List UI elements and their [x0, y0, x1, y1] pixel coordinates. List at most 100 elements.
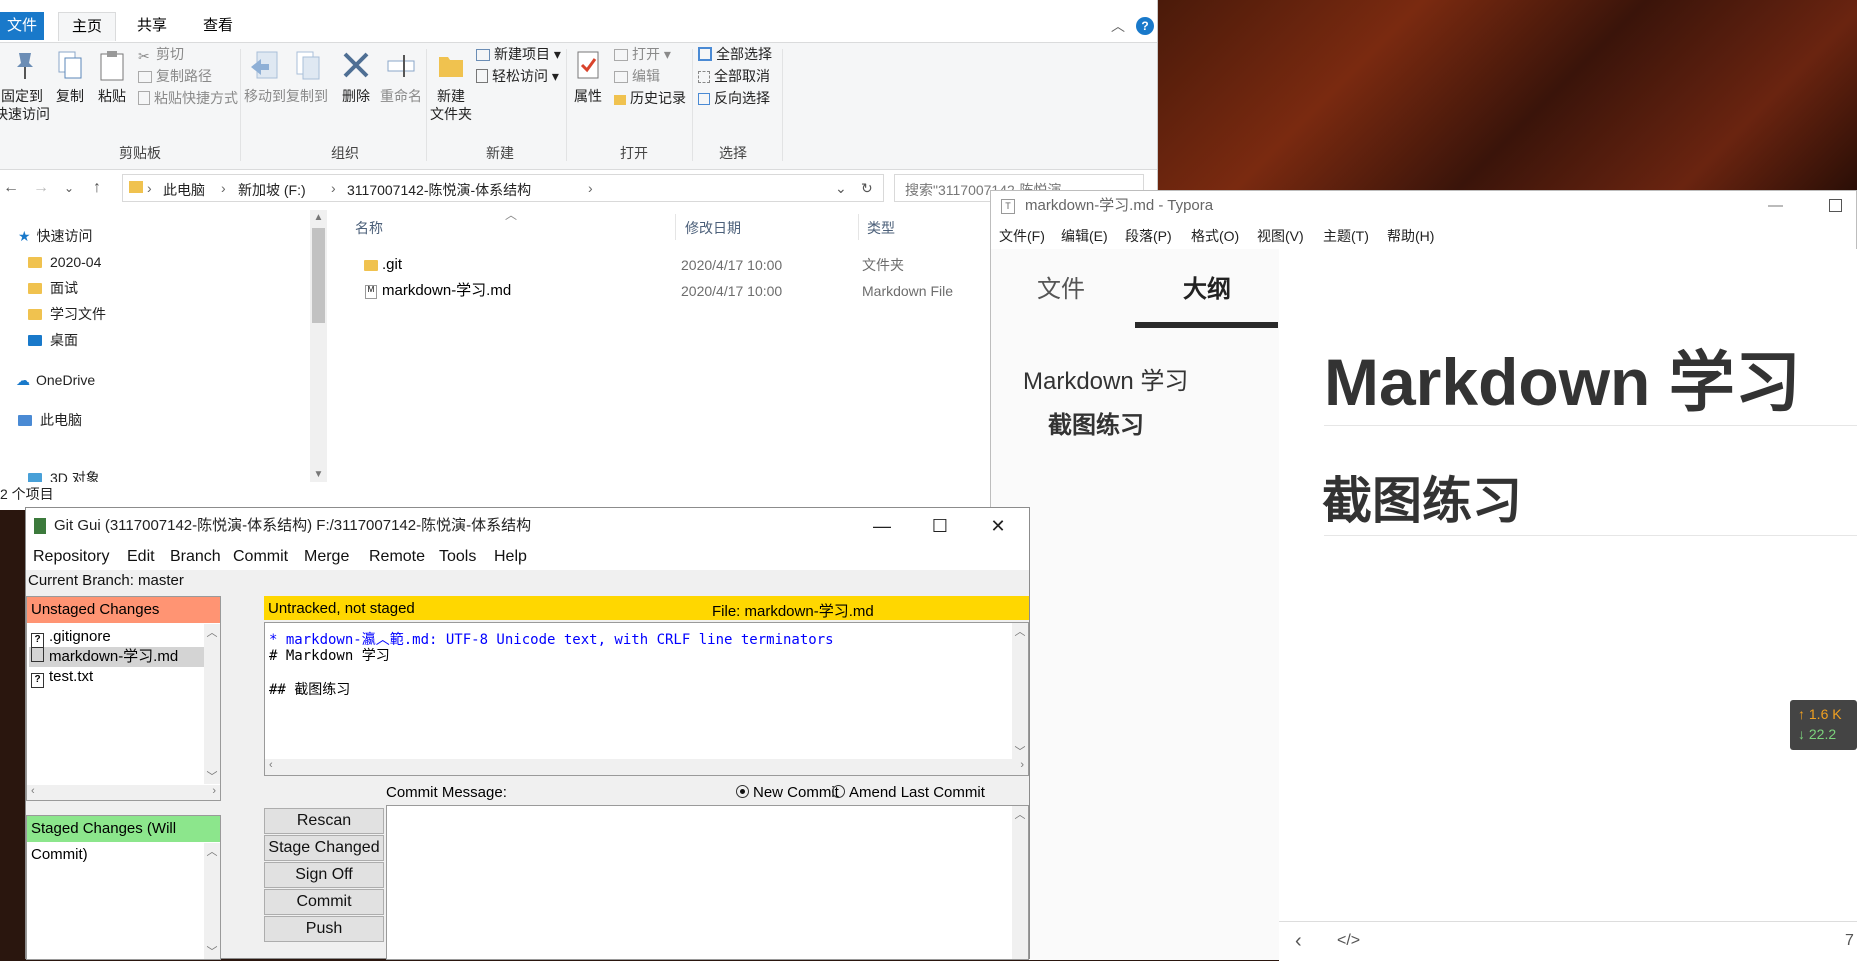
scroll-up-icon[interactable]: ︿ — [1012, 806, 1028, 822]
rescan-button[interactable]: Rescan — [264, 808, 384, 834]
menu-theme[interactable]: 主题(T) — [1323, 226, 1369, 246]
invert-selection-button[interactable]: 反向选择 — [698, 87, 770, 109]
rename-button[interactable]: 重命名 — [376, 49, 426, 105]
menu-commit[interactable]: Commit — [233, 548, 288, 566]
refresh-icon[interactable]: ↻ — [861, 180, 873, 197]
sidebar-tab-files[interactable]: 文件 — [991, 269, 1131, 304]
nav-scrollbar-thumb[interactable] — [312, 228, 325, 323]
scroll-down-icon[interactable]: ▼ — [310, 469, 327, 480]
menu-format[interactable]: 格式(O) — [1191, 226, 1239, 246]
unstaged-file-selected[interactable]: markdown-学习.md — [29, 647, 204, 667]
breadcrumb-this-pc[interactable]: 此电脑 — [163, 180, 205, 200]
paste-button[interactable]: 粘贴 — [94, 49, 130, 105]
history-button[interactable]: 历史记录 — [614, 87, 686, 109]
commit-vscrollbar[interactable]: ︿ — [1012, 806, 1028, 959]
copy-path-button[interactable]: 复制路径 — [138, 65, 212, 87]
back-arrow-icon[interactable]: ← — [0, 176, 22, 200]
menu-paragraph[interactable]: 段落(P) — [1125, 226, 1172, 246]
collapse-ribbon-icon[interactable]: ︿ — [1108, 16, 1128, 36]
scroll-up-icon[interactable]: ︿ — [1012, 623, 1028, 639]
new-folder-button[interactable]: 新建 文件夹 — [430, 49, 472, 123]
new-commit-radio[interactable]: New Commit — [736, 784, 839, 801]
column-header-name[interactable]: 名称 — [355, 218, 383, 238]
menu-file[interactable]: 文件(F) — [999, 226, 1045, 246]
column-separator[interactable] — [675, 214, 676, 240]
select-all-button[interactable]: 全部选择 — [698, 43, 772, 65]
nav-item-interview[interactable]: 面试 — [28, 276, 78, 300]
diff-view[interactable]: * markdown-瀛︿範.md: UTF-8 Unicode text, w… — [264, 622, 1029, 776]
close-icon[interactable]: ✕ — [969, 508, 1027, 544]
menu-help[interactable]: 帮助(H) — [1387, 226, 1434, 246]
unstaged-vscrollbar[interactable]: ︿ ﹀ — [204, 624, 220, 784]
unstaged-file[interactable]: ? test.txt — [31, 667, 93, 688]
move-to-button[interactable]: 移动到 — [244, 49, 286, 105]
menu-help[interactable]: Help — [494, 548, 527, 566]
minimize-icon[interactable]: — — [853, 508, 911, 544]
sidebar-tab-outline[interactable]: 大纲 — [1137, 269, 1277, 304]
menu-repository[interactable]: Repository — [33, 548, 109, 566]
source-code-icon[interactable]: </> — [1337, 932, 1360, 950]
new-item-button[interactable]: 新建项目 ▾ — [476, 43, 561, 65]
outline-item-h2[interactable]: 截图练习 — [1048, 405, 1144, 440]
push-button[interactable]: Push — [264, 916, 384, 942]
menu-remote[interactable]: Remote — [369, 548, 425, 566]
unstaged-file[interactable]: ? .gitignore — [31, 627, 111, 648]
scroll-up-icon[interactable]: ︿ — [204, 843, 220, 859]
select-none-button[interactable]: 全部取消 — [698, 65, 770, 87]
chevron-left-icon[interactable]: ‹ — [1295, 930, 1302, 953]
scroll-down-icon[interactable]: ﹀ — [1012, 743, 1028, 759]
maximize-icon[interactable]: ☐ — [911, 508, 969, 544]
edit-button[interactable]: 编辑 — [614, 65, 660, 87]
diff-vscrollbar[interactable]: ︿ ﹀ — [1012, 623, 1028, 759]
nav-item-desktop[interactable]: 桌面 — [28, 328, 78, 352]
menu-edit[interactable]: Edit — [127, 548, 155, 566]
address-dropdown-chevron-icon[interactable]: ⌄ — [835, 180, 847, 197]
doc-heading-2[interactable]: 截图练习 — [1322, 461, 1522, 533]
easy-access-button[interactable]: 轻松访问 ▾ — [476, 65, 559, 87]
nav-item-study[interactable]: 学习文件 — [28, 302, 106, 326]
outline-item-h1[interactable]: Markdown 学习 — [1023, 361, 1188, 396]
tab-view[interactable]: 查看 — [192, 12, 244, 40]
scroll-up-icon[interactable]: ▲ — [310, 212, 327, 223]
scroll-down-icon[interactable]: ﹀ — [204, 768, 220, 784]
column-header-type[interactable]: 类型 — [867, 218, 895, 238]
nav-onedrive[interactable]: ☁ OneDrive — [16, 368, 95, 392]
tab-share[interactable]: 共享 — [126, 12, 178, 40]
commit-button[interactable]: Commit — [264, 889, 384, 915]
tab-home[interactable]: 主页 — [58, 12, 116, 41]
scroll-up-icon[interactable]: ︿ — [204, 624, 220, 640]
menu-edit[interactable]: 编辑(E) — [1061, 226, 1108, 246]
unstaged-hscrollbar[interactable]: ‹ › — [27, 785, 220, 800]
scroll-left-icon[interactable]: ‹ — [269, 759, 273, 771]
amend-commit-radio[interactable]: Amend Last Commit — [832, 784, 985, 801]
sign-off-button[interactable]: Sign Off — [264, 862, 384, 888]
nav-3d-objects[interactable]: 3D 对象 — [28, 468, 100, 482]
tab-file[interactable]: 文件 — [0, 12, 44, 40]
scroll-left-icon[interactable]: ‹ — [31, 785, 35, 797]
menu-merge[interactable]: Merge — [304, 548, 349, 566]
delete-button[interactable]: 删除 — [336, 49, 376, 105]
diff-hscrollbar[interactable]: ‹ › — [265, 759, 1028, 775]
column-header-modified[interactable]: 修改日期 — [685, 218, 741, 238]
menu-view[interactable]: 视图(V) — [1257, 226, 1304, 246]
typora-editor[interactable]: Markdown 学习 截图练习 — [1279, 249, 1857, 960]
properties-button[interactable]: 属性 — [570, 49, 606, 105]
scroll-right-icon[interactable]: › — [1020, 759, 1024, 771]
staged-vscrollbar[interactable]: ︿ ﹀ — [204, 843, 220, 959]
maximize-icon[interactable] — [1829, 199, 1842, 212]
up-arrow-icon[interactable]: ↑ — [86, 176, 108, 200]
menu-branch[interactable]: Branch — [170, 548, 221, 566]
cut-button[interactable]: ✂ 剪切 — [138, 43, 184, 65]
open-button[interactable]: 打开 ▾ — [614, 43, 671, 65]
address-input[interactable]: › 此电脑 › 新加坡 (F:) › 3117007142-陈悦演-体系结构 ›… — [122, 174, 884, 202]
scroll-right-icon[interactable]: › — [212, 785, 216, 797]
minimize-icon[interactable]: — — [1768, 191, 1783, 221]
breadcrumb-folder[interactable]: 3117007142-陈悦演-体系结构 — [347, 180, 531, 200]
nav-item-2020-04[interactable]: 2020-04 — [28, 250, 101, 274]
copy-button[interactable]: 复制 — [52, 49, 88, 105]
scroll-down-icon[interactable]: ﹀ — [204, 943, 220, 959]
commit-message-input[interactable]: ︿ — [386, 805, 1029, 960]
paste-shortcut-button[interactable]: 粘贴快捷方式 — [138, 87, 238, 109]
pin-quick-access-button[interactable]: 固定到 快速访问 — [0, 49, 50, 123]
recent-locations-chevron-icon[interactable]: ⌄ — [58, 176, 80, 200]
